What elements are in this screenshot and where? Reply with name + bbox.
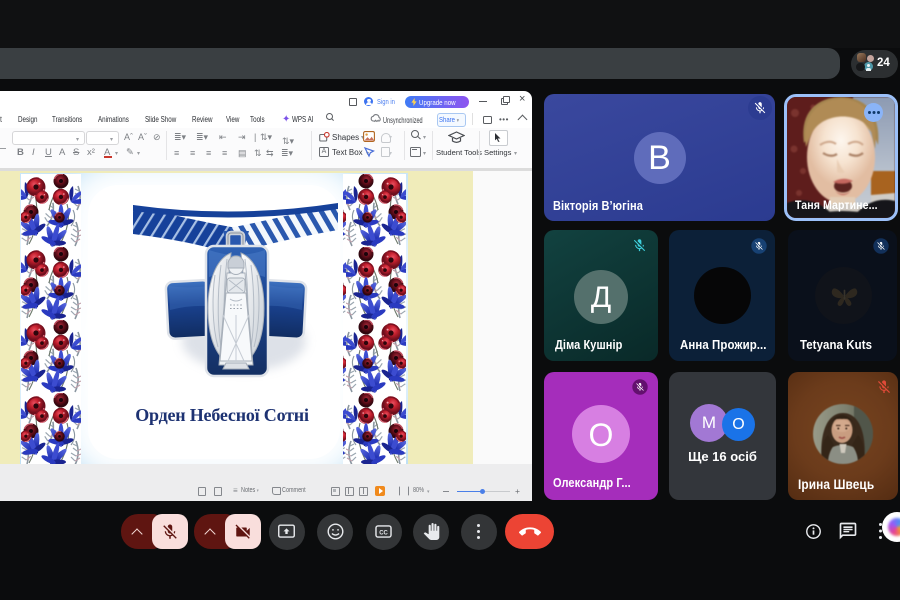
svg-text:CC: CC bbox=[379, 531, 388, 537]
